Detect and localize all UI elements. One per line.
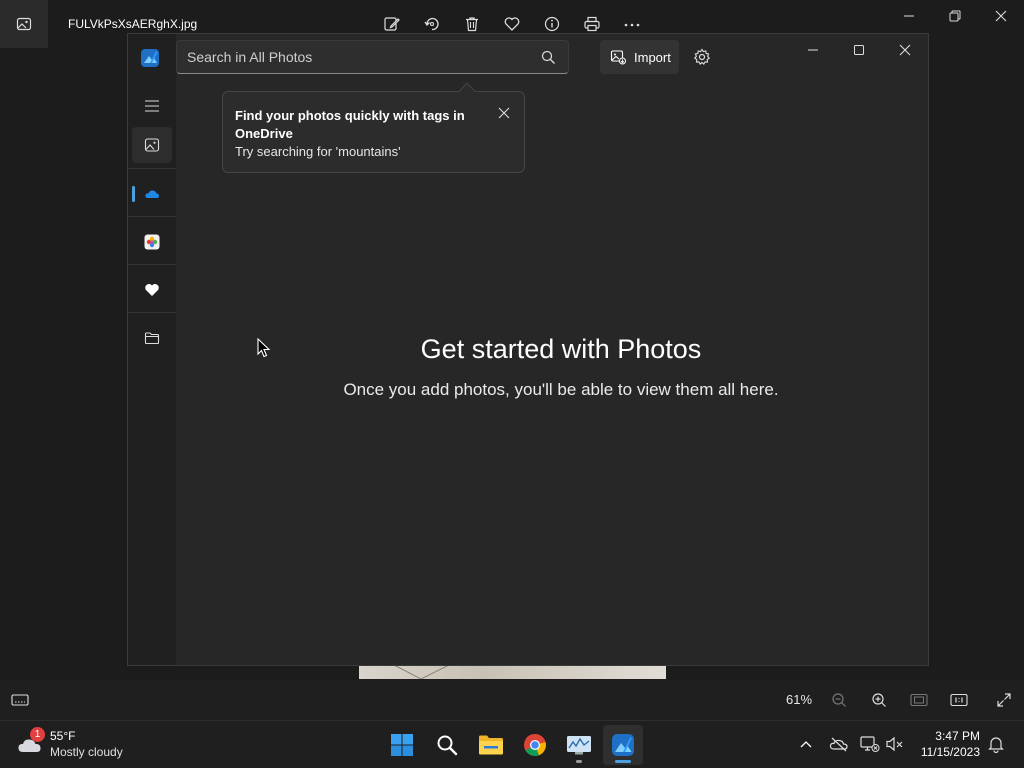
viewer-filename: FULVkPsXsAERghX.jpg [68, 17, 198, 31]
heart-icon [504, 17, 520, 31]
viewer-close-button[interactable] [978, 0, 1024, 32]
close-icon [899, 44, 911, 56]
taskbar: 1 55°F Mostly cloudy 3:47 PM 11/15/2023 [0, 720, 1024, 768]
search-box[interactable] [176, 40, 569, 74]
menu-icon [145, 100, 159, 112]
empty-state-subtitle: Once you add photos, you'll be able to v… [343, 380, 779, 399]
nav-item-onedrive[interactable] [132, 176, 172, 212]
file-explorer-button[interactable] [471, 725, 511, 765]
filmstrip-toggle-button[interactable] [9, 690, 31, 710]
all-photos-icon [144, 138, 160, 152]
filmstrip-icon [11, 694, 29, 706]
notifications-button[interactable] [985, 733, 1007, 755]
tip-close-button[interactable] [494, 103, 514, 123]
teaching-tip: Find your photos quickly with tags in On… [222, 82, 525, 173]
nav-item-icloud-photos[interactable] [132, 224, 172, 260]
import-label: Import [634, 49, 671, 65]
fit-to-window-button[interactable] [908, 690, 930, 710]
viewer-restore-button[interactable] [932, 0, 978, 32]
photos-window: Import Find your photos quickly with tag… [127, 33, 929, 666]
photos-taskbar-button[interactable] [603, 725, 643, 765]
weather-condition: Mostly cloudy [50, 745, 123, 759]
printer-icon [584, 16, 600, 32]
network-icon [860, 736, 880, 752]
rail-divider [128, 216, 176, 217]
viewer-minimize-button[interactable] [886, 0, 932, 32]
minimize-icon [904, 15, 914, 17]
icloud-photos-icon [144, 234, 160, 250]
weather-alert-badge: 1 [30, 727, 45, 742]
file-explorer-icon [479, 735, 503, 755]
more-icon [624, 23, 640, 27]
image-canvas[interactable] [359, 665, 666, 679]
clock-time: 3:47 PM [935, 729, 980, 743]
onedrive-icon [145, 190, 159, 198]
zoom-level[interactable]: 61% [786, 692, 812, 707]
close-icon [498, 107, 510, 119]
chrome-icon [524, 733, 546, 756]
zoom-in-icon [872, 693, 886, 707]
chrome-button[interactable] [515, 725, 555, 765]
start-button[interactable] [382, 725, 422, 765]
image-content-fragment [393, 665, 450, 679]
zoom-out-icon [832, 693, 846, 707]
fit-window-icon [910, 693, 928, 707]
settings-button[interactable] [690, 45, 714, 69]
photos-logo-icon [141, 49, 159, 67]
system-monitor-button[interactable] [559, 725, 599, 765]
restore-icon [949, 10, 961, 22]
zoom-out-button[interactable] [828, 690, 850, 710]
weather-temperature: 55°F [50, 729, 76, 743]
info-icon [544, 16, 560, 32]
tip-body: Try searching for 'mountains' [235, 144, 401, 159]
mouse-cursor-icon [257, 338, 271, 358]
gear-icon [693, 48, 711, 65]
onedrive-tray-button[interactable] [828, 733, 850, 755]
zoom-in-button[interactable] [868, 690, 890, 710]
rail-divider [128, 312, 176, 313]
edit-icon [384, 17, 400, 31]
start-icon [391, 734, 413, 756]
actual-size-icon [950, 693, 968, 707]
rail-divider [128, 168, 176, 169]
photos-maximize-button[interactable] [836, 34, 882, 66]
active-indicator [615, 760, 631, 763]
taskbar-search-button[interactable] [427, 725, 467, 765]
trash-icon [466, 17, 478, 32]
close-icon [995, 10, 1007, 22]
rail-divider [128, 264, 176, 265]
bell-icon [988, 737, 1004, 753]
hamburger-menu-button[interactable] [132, 88, 172, 124]
speaker-muted-icon [886, 736, 903, 752]
network-status-button[interactable] [859, 733, 881, 755]
search-icon[interactable] [541, 50, 556, 65]
viewer-app-icon[interactable] [0, 0, 48, 48]
photo-app-icon [16, 17, 32, 31]
minimize-icon [808, 49, 818, 51]
nav-item-favorites[interactable] [132, 272, 172, 308]
search-icon [437, 735, 458, 756]
tip-beak [458, 82, 476, 100]
full-screen-button[interactable] [993, 690, 1015, 710]
rotate-icon [424, 17, 439, 31]
clock-date: 11/15/2023 [920, 745, 980, 759]
photos-close-button[interactable] [882, 34, 928, 66]
favorites-heart-icon [145, 284, 159, 296]
tip-title: Find your photos quickly with tags in On… [235, 108, 465, 141]
photos-icon [612, 734, 634, 756]
running-indicator [576, 760, 582, 763]
photos-minimize-button[interactable] [790, 34, 836, 66]
search-input[interactable] [187, 49, 527, 65]
system-monitor-icon [567, 736, 591, 755]
import-button[interactable]: Import [600, 40, 679, 74]
expand-icon [997, 693, 1011, 707]
actual-size-button[interactable] [948, 690, 970, 710]
volume-button[interactable] [884, 733, 906, 755]
maximize-icon [854, 45, 864, 55]
chevron-up-icon [800, 741, 812, 748]
onedrive-offline-icon [829, 737, 848, 752]
show-hidden-icons-button[interactable] [795, 733, 817, 755]
import-icon [610, 50, 626, 65]
nav-item-all-photos[interactable] [132, 127, 172, 163]
